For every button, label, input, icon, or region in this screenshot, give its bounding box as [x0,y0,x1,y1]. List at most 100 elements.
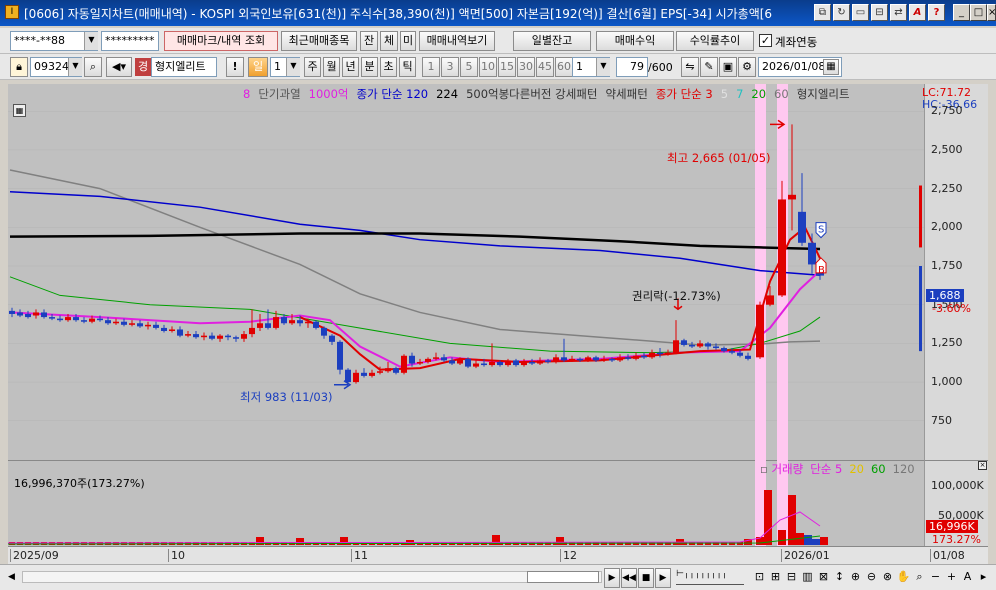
candle-body [129,323,135,325]
candle-body [553,357,559,362]
candle-body [721,348,727,352]
volume-legend-item[interactable]: 단순 5 [810,462,842,476]
volume-current-pct: 173.27% [932,533,981,546]
legend-item[interactable]: 8 [243,87,250,101]
legend-item[interactable]: 224 [436,87,458,101]
candle-body [73,317,79,321]
chart-tool-icon[interactable]: ⊕ [848,569,863,585]
low-annotation: 최저 983 (11/03) [240,390,333,404]
scroll-left-icon[interactable]: ◀ [8,568,20,586]
candle-body [329,335,335,342]
candle-body [353,372,359,383]
candle-body [25,313,31,318]
chart-tool-icon[interactable]: ▸ [976,569,991,585]
candle-body [441,357,447,361]
legend-item[interactable]: 20 [751,87,766,101]
volume-info: 16,996,370주(173.27%) [14,477,145,490]
candle-body [601,358,607,361]
chart-tool-icon[interactable]: ⊞ [768,569,783,585]
legend-item[interactable]: 단기과열 [258,87,300,101]
volume-close-icon[interactable]: × [978,461,987,470]
price-tick: 750 [931,413,952,427]
legend-item[interactable]: 500억봉다른버전 강세패턴 [466,87,597,101]
candle-body [393,368,399,373]
legend-item[interactable]: 1000억 [309,87,349,101]
candle-body [369,372,375,376]
candle-body [705,343,711,347]
volume-bar [778,530,786,545]
candle-body [808,242,816,265]
chart-tool-icon[interactable]: ⊗ [880,569,895,585]
legend-item[interactable]: 5 [721,87,728,101]
candle-body [105,320,111,324]
candle-body [241,334,247,339]
candle-body [153,324,159,328]
legend-item[interactable]: 60 [774,87,789,101]
chart-tool-icon[interactable]: ⊖ [864,569,879,585]
chart-tool-icon[interactable]: ⌕ [912,569,927,585]
candle-body [321,327,327,336]
candle-body [697,343,703,347]
volume-bar [804,535,812,545]
speed-slider[interactable]: ⊢╷╷╷╷╷╷╷╷ [676,569,744,585]
candle-body [225,335,231,338]
grid-toggle-icon[interactable]: ▦ [13,104,26,117]
candle-body [545,360,551,362]
chart-tool-icon[interactable]: ⊠ [816,569,831,585]
legend-item[interactable]: 종가 단순 120 [357,87,429,101]
volume-legend-item[interactable]: 20 [849,462,864,476]
chart-tool-icon[interactable]: ▥ [800,569,815,585]
lc-range-bar [919,185,922,248]
candle-body [569,358,575,361]
sell-marker-label: S [818,225,824,236]
candle-body [409,355,415,364]
candle-body [625,357,631,359]
chart-tool-icon[interactable]: ↕ [832,569,847,585]
volume-legend-item[interactable]: 60 [871,462,886,476]
rewind-icon[interactable]: ◀◀ [621,568,637,588]
price-tick: 2,250 [931,181,963,195]
candle-body [529,361,535,364]
legend-item[interactable]: 7 [736,87,743,101]
candle-body [417,361,423,364]
chart-tool-icon[interactable]: ✋ [896,569,911,585]
legend-item[interactable]: 종가 단순 3 [656,87,713,101]
legend-item[interactable]: 형지엘리트 [797,87,850,101]
candle-body [713,346,719,349]
volume-legend-item[interactable]: 거래량 [771,462,803,476]
date-axis: 2025/09 10 11 12 2026/01 01/08 [8,546,988,564]
volume-bar [812,539,820,545]
candle-body [385,368,391,372]
candle-body [489,361,495,366]
candle-body [337,341,343,370]
candle-body [457,358,463,364]
stop-icon[interactable]: ■ [638,568,654,588]
candle-body [521,361,527,366]
candle-body [737,352,743,356]
volume-legend-item[interactable]: 120 [893,462,915,476]
forward-icon[interactable]: ▶ [655,568,671,588]
date-label: 12 [560,549,577,562]
candle-body [17,312,23,316]
candle-body [577,358,583,361]
chart-tool-icon[interactable]: A [960,569,975,585]
chart-tool-icon[interactable]: ⊡ [752,569,767,585]
horizontal-scrollbar[interactable] [22,571,602,583]
candle-body [649,352,655,358]
candle-body [49,317,55,319]
hc-range-bar [919,266,922,352]
play-icon[interactable]: ▶ [604,568,620,588]
date-label: 10 [168,549,185,562]
candle-body [585,357,591,361]
candle-body [289,320,295,324]
chart-tool-icon[interactable]: − [928,569,943,585]
chart-tool-icon[interactable]: ⊟ [784,569,799,585]
candle-body [9,310,15,314]
legend-item[interactable]: 약세패턴 [605,87,647,101]
scrollbar-thumb[interactable] [527,571,599,583]
candle-body [89,318,95,322]
candle-body [169,329,175,332]
date-label: 2025/09 [10,549,59,562]
price-tick: 2,000 [931,220,963,234]
chart-tool-icon[interactable]: + [944,569,959,585]
